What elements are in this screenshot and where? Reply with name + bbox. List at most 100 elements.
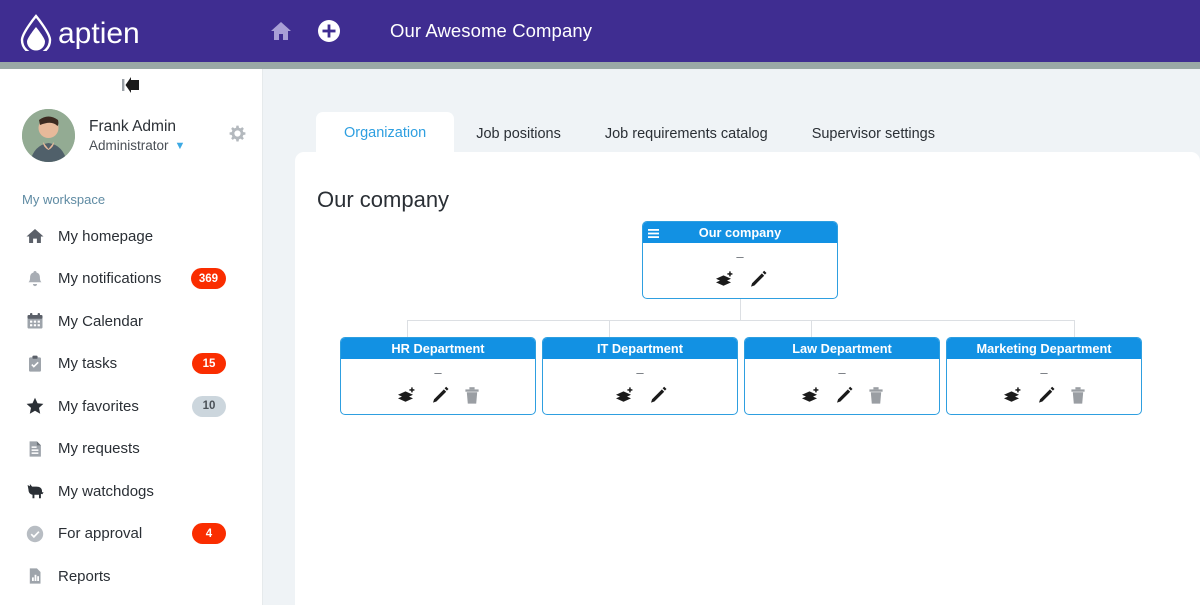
connector-drop-3	[811, 320, 812, 337]
org-node-value: –	[1040, 365, 1048, 380]
tab-job-requirements-catalog[interactable]: Job requirements catalog	[583, 114, 790, 155]
water-drop-logo-icon: aptien	[20, 14, 140, 51]
sidebar-item-label: Reports	[58, 567, 111, 585]
org-node-body: –	[947, 359, 1141, 414]
user-name: Frank Admin	[89, 117, 177, 135]
pencil-icon[interactable]	[648, 386, 668, 406]
pencil-icon[interactable]	[1036, 386, 1056, 406]
app-title: Our Awesome Company	[390, 20, 593, 41]
user-role-row: Administrator ▼	[89, 137, 185, 155]
plus-circle-icon[interactable]	[316, 18, 342, 44]
sidebar-item-label: My favorites	[58, 397, 139, 415]
tab-organization[interactable]: Organization	[316, 112, 455, 155]
add-layer-icon[interactable]	[395, 386, 417, 406]
trash-icon[interactable]	[463, 386, 481, 406]
connector-horizontal-bar	[407, 320, 1074, 321]
sidebar-item-label: My homepage	[58, 227, 154, 245]
org-node-header: Our company	[643, 222, 837, 243]
connector-drop-4	[1074, 320, 1075, 337]
sidebar-item-label: My Calendar	[58, 312, 144, 330]
add-layer-icon[interactable]	[1001, 386, 1023, 406]
add-layer-icon[interactable]	[713, 270, 735, 290]
bell-icon	[24, 269, 46, 289]
sidebar-item-reports[interactable]: Reports	[0, 555, 262, 598]
org-node-title: HR Department	[391, 341, 485, 356]
org-node-law-department[interactable]: Law Department –	[744, 337, 940, 415]
trash-icon[interactable]	[1069, 386, 1087, 406]
gear-icon[interactable]	[229, 125, 246, 142]
sidebar: Frank Admin Administrator ▼ My workspace…	[0, 69, 263, 605]
sidebar-item-my-favorites[interactable]: My favorites 10	[0, 385, 262, 428]
org-node-title: IT Department	[596, 341, 684, 356]
org-node-header: Law Department	[745, 338, 939, 359]
tab-job-positions[interactable]: Job positions	[454, 114, 583, 155]
clipboard-check-icon	[24, 354, 46, 374]
star-icon	[24, 396, 46, 416]
org-node-body: –	[341, 359, 535, 414]
logo-wordmark: aptien	[58, 17, 140, 50]
pencil-icon[interactable]	[834, 386, 854, 406]
chevron-down-icon[interactable]: ▼	[175, 137, 186, 155]
avatar	[22, 109, 75, 162]
org-node-title: Marketing Department	[976, 341, 1112, 356]
org-node-actions	[643, 270, 837, 290]
top-header-bar: aptien Our Awesome Company	[0, 0, 1200, 62]
org-node-body: –	[745, 359, 939, 414]
user-profile[interactable]: Frank Admin Administrator ▼	[0, 101, 262, 162]
dog-icon	[24, 481, 46, 501]
app-logo[interactable]: aptien	[12, 11, 212, 51]
collapse-sidebar-icon[interactable]	[117, 75, 145, 95]
user-role: Administrator	[89, 137, 169, 153]
tab-bar: Organization Job positions Job requireme…	[316, 112, 957, 155]
home-icon	[24, 226, 46, 246]
org-node-value: –	[636, 365, 644, 380]
bar-chart-icon	[24, 566, 46, 586]
trash-icon[interactable]	[867, 386, 885, 406]
org-node-header: Marketing Department	[947, 338, 1141, 359]
pencil-icon[interactable]	[748, 270, 768, 290]
sidebar-section-label: My workspace	[22, 192, 106, 207]
connector-drop-2	[609, 320, 610, 337]
org-node-header: IT Department	[543, 338, 737, 359]
pencil-icon[interactable]	[430, 386, 450, 406]
sidebar-item-my-notifications[interactable]: My notifications 369	[0, 258, 262, 301]
org-node-root[interactable]: Our company –	[642, 221, 838, 299]
org-node-header: HR Department	[341, 338, 535, 359]
favorites-badge: 10	[192, 395, 226, 417]
org-node-value: –	[838, 365, 846, 380]
main-content-area: Organization Job positions Job requireme…	[263, 69, 1200, 605]
sidebar-item-my-requests[interactable]: My requests	[0, 428, 262, 471]
org-node-it-department[interactable]: IT Department –	[542, 337, 738, 415]
approval-badge: 4	[192, 523, 226, 545]
org-node-value: –	[736, 249, 744, 264]
org-node-actions	[341, 386, 535, 406]
add-layer-icon[interactable]	[613, 386, 635, 406]
sidebar-item-label: For approval	[58, 525, 143, 543]
add-layer-icon[interactable]	[799, 386, 821, 406]
calendar-icon	[24, 311, 46, 331]
sidebar-item-my-tasks[interactable]: My tasks 15	[0, 343, 262, 386]
org-node-actions	[543, 386, 737, 406]
sidebar-item-label: My notifications	[58, 270, 162, 288]
org-node-marketing-department[interactable]: Marketing Department –	[946, 337, 1142, 415]
org-node-title: Law Department	[792, 341, 892, 356]
org-node-body: –	[643, 243, 837, 298]
sidebar-item-for-approval[interactable]: For approval 4	[0, 513, 262, 556]
sidebar-item-label: My requests	[58, 440, 140, 458]
org-node-title: Our company	[698, 225, 782, 240]
org-node-actions	[947, 386, 1141, 406]
header-separator	[0, 62, 1200, 69]
document-icon	[24, 439, 46, 459]
sidebar-item-label: My tasks	[58, 355, 118, 373]
connector-drop-1	[407, 320, 408, 337]
sidebar-item-my-homepage[interactable]: My homepage	[0, 215, 262, 258]
sidebar-nav-list: My homepage My notifications 369 My Cale…	[0, 215, 262, 598]
home-icon[interactable]	[268, 18, 294, 44]
org-node-hr-department[interactable]: HR Department –	[340, 337, 536, 415]
tab-supervisor-settings[interactable]: Supervisor settings	[790, 114, 957, 155]
sidebar-item-my-calendar[interactable]: My Calendar	[0, 300, 262, 343]
tasks-badge: 15	[192, 353, 226, 375]
content-card: Our company Our company – HR Department …	[295, 152, 1200, 605]
sidebar-item-my-watchdogs[interactable]: My watchdogs	[0, 470, 262, 513]
org-node-actions	[745, 386, 939, 406]
